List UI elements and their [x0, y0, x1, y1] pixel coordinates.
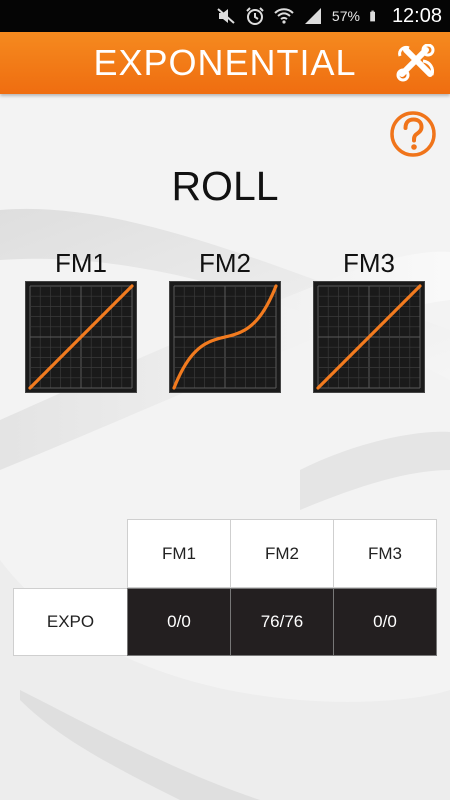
column-header-fm2: FM2	[230, 519, 334, 588]
row-label-expo: EXPO	[13, 588, 128, 656]
alarm-icon	[246, 7, 264, 25]
expo-value-fm2[interactable]: 76/76	[230, 588, 334, 656]
curve-label-fm1: FM1	[55, 248, 107, 278]
wifi-icon	[274, 8, 294, 24]
page-title: EXPONENTIAL	[93, 42, 357, 83]
expo-value-fm1[interactable]: 0/0	[127, 588, 231, 656]
expo-value-fm3[interactable]: 0/0	[333, 588, 437, 656]
signal-icon	[304, 8, 321, 24]
axis-title: ROLL	[171, 163, 279, 209]
battery-icon	[370, 10, 375, 22]
app-header: EXPONENTIAL	[0, 32, 450, 94]
clock: 12:08	[391, 4, 442, 27]
status-bar: 57% 12:08	[0, 0, 450, 32]
wrench-cross-icon	[396, 44, 435, 82]
curve-label-fm3: FM3	[343, 248, 395, 278]
expo-curve-graph-fm2[interactable]	[169, 281, 281, 393]
settings-button[interactable]	[394, 42, 438, 84]
screen: 57% 12:08 EXPONENTIAL ROLL FM1 FM2 FM3 F…	[0, 0, 450, 800]
column-header-fm3: FM3	[333, 519, 437, 588]
expo-curve-graph-fm3[interactable]	[313, 281, 425, 393]
curve-label-fm2: FM2	[199, 248, 251, 278]
battery-percent: 57%	[331, 8, 360, 24]
background-swirl	[0, 0, 450, 800]
help-question-icon[interactable]	[389, 110, 437, 158]
expo-curve-graph-fm1[interactable]	[25, 281, 137, 393]
mute-icon	[217, 8, 235, 24]
column-header-fm1: FM1	[127, 519, 231, 588]
